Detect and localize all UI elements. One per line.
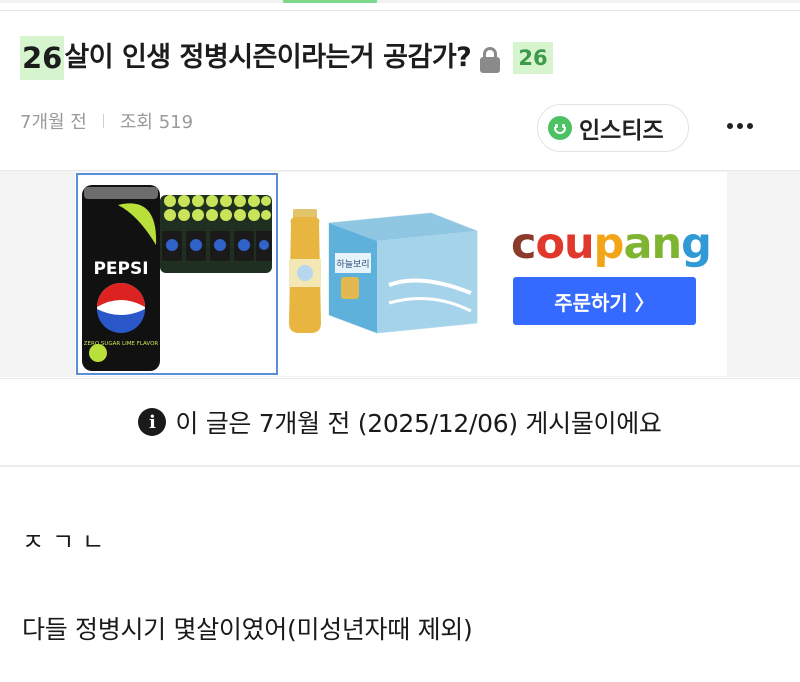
active-tab-indicator xyxy=(283,0,377,3)
smile-icon xyxy=(548,116,572,140)
pepsi-label: PEPSI xyxy=(93,259,148,279)
ad-product-pepsi[interactable]: PEPSI ZERO SUGAR LIME FLAVOR xyxy=(76,173,278,375)
post-age-notice: i 이 글은 7개월 전 (2025/12/06) 게시물이에요 xyxy=(0,398,800,446)
post-meta: 7개월 전 조회 519 xyxy=(20,108,193,134)
post-views: 조회 519 xyxy=(119,112,194,133)
title-text: 살이 인생 정병시즌이라는거 공감가? xyxy=(64,42,472,73)
lock-icon xyxy=(477,42,503,74)
section-divider xyxy=(0,378,800,379)
post-title: 26 살이 인생 정병시즌이라는거 공감가? 26 xyxy=(20,34,553,82)
post-time: 7개월 전 xyxy=(20,112,87,133)
info-icon: i xyxy=(138,408,167,436)
order-button[interactable]: 주문하기 〉 xyxy=(513,277,696,325)
header-divider xyxy=(0,10,800,11)
board-name: 인스티즈 xyxy=(579,118,664,144)
top-tab-strip xyxy=(0,0,800,11)
content-divider xyxy=(0,465,800,467)
coupang-logo: coupang xyxy=(511,219,712,269)
post-body-line: 다들 정병시기 몇살이였어(미성년자때 제외) xyxy=(22,615,473,644)
meta-separator xyxy=(102,114,104,128)
notice-text: 이 글은 7개월 전 (2025/12/06) 게시물이에요 xyxy=(175,409,662,438)
pepsi-product-image: PEPSI ZERO SUGAR LIME FLAVOR xyxy=(82,185,272,371)
ad-product-barley-tea[interactable]: 하늘보리 xyxy=(281,173,481,375)
post-body-line: ㅈㄱㄴ xyxy=(22,528,113,556)
title-highlight-number: 26 xyxy=(20,36,65,80)
board-chip[interactable]: 인스티즈 xyxy=(537,104,689,152)
barley-tea-product-image: 하늘보리 xyxy=(289,209,478,334)
ad-brand-panel[interactable]: coupang 주문하기 〉 xyxy=(483,173,726,375)
comment-count-badge: 26 xyxy=(513,42,553,74)
barley-tea-label: 하늘보리 xyxy=(336,259,369,270)
more-options-icon[interactable] xyxy=(720,116,760,136)
